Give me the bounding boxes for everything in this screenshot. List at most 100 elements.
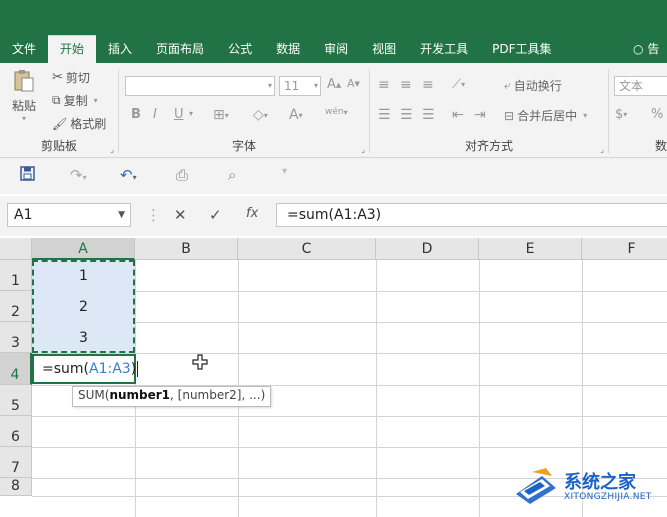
- number-format-box[interactable]: 文本: [614, 76, 667, 96]
- font-group-label: 字体: [231, 139, 256, 153]
- tell-me-box[interactable]: ○ 告: [633, 36, 667, 63]
- column-header-f[interactable]: F: [582, 238, 667, 260]
- number-group: 文本 $ ▾ % 数: [609, 63, 667, 157]
- column-header-b[interactable]: B: [135, 238, 238, 260]
- font-group: ▾ 11 ▾ A ▲ A ▼ B I U ▾ ⊞ ▾ ◇ ▾ A ▾ wén ▾ 字体 ⌟: [119, 63, 369, 157]
- row-header-3[interactable]: 3: [0, 322, 32, 353]
- font-name-box[interactable]: ▾: [125, 76, 275, 96]
- orientation-icon[interactable]: ⟋ ▾: [452, 77, 465, 92]
- percent-button[interactable]: %: [651, 107, 663, 122]
- print-preview-icon[interactable]: ⎙: [176, 166, 188, 184]
- function-tooltip[interactable]: SUM(number1, [number2], ...): [72, 386, 272, 407]
- align-left-icon[interactable]: ☰: [378, 107, 391, 123]
- align-right-icon[interactable]: ☰: [422, 107, 435, 123]
- copy-button[interactable]: ⧉ 复制 ▾: [52, 92, 98, 109]
- row-header-2[interactable]: 2: [0, 291, 32, 322]
- phonetic-label: wén: [325, 107, 344, 117]
- alignment-launcher-icon[interactable]: ⌟: [600, 145, 604, 154]
- align-center-icon[interactable]: ☰: [400, 107, 413, 123]
- chevron-down-icon: ▾: [267, 81, 272, 90]
- chevron-down-icon: ▾: [313, 81, 318, 90]
- clipboard-launcher-icon[interactable]: ⌟: [110, 145, 114, 154]
- chevron-down-icon: ▼: [118, 210, 125, 220]
- formula-reference: A1:A3: [89, 361, 131, 377]
- paste-icon: [14, 70, 34, 92]
- align-top-icon[interactable]: ≡: [378, 77, 390, 93]
- cut-label: 剪切: [65, 71, 90, 85]
- tab-insert[interactable]: 插入: [96, 36, 144, 63]
- merge-center-label: 合并后居中: [517, 109, 578, 123]
- underline-button[interactable]: U: [174, 107, 184, 122]
- shrink-font-icon[interactable]: A ▼: [347, 77, 360, 90]
- clipboard-group: 粘贴 ▾ ✂ 剪切 ⧉ 复制 ▾ 🖌 格式刷 剪贴板 ⌟: [0, 63, 118, 157]
- tab-home[interactable]: 开始: [48, 35, 97, 63]
- merge-center-button[interactable]: ⊟ 合并后居中 ▾: [504, 107, 587, 124]
- cell-a4-editing[interactable]: =sum(A1:A3): [32, 354, 139, 384]
- tell-me-label: 告: [647, 42, 660, 56]
- cell-cursor-icon: [192, 354, 208, 370]
- copy-label: 复制: [63, 94, 88, 108]
- row-header-5[interactable]: 5: [0, 385, 32, 416]
- cell-a2[interactable]: 2: [32, 299, 135, 315]
- tab-page-layout[interactable]: 页面布局: [144, 36, 216, 63]
- font-color-button[interactable]: A ▾: [289, 107, 303, 123]
- insert-function-button[interactable]: fx: [246, 206, 258, 221]
- customize-toolbar-icon[interactable]: ▾: [282, 166, 287, 177]
- wrap-text-button[interactable]: ⤶ 自动换行: [504, 77, 562, 94]
- increase-indent-icon[interactable]: ⇥: [474, 107, 486, 123]
- chevron-down-icon[interactable]: ▾: [189, 109, 193, 118]
- cell-a1[interactable]: 1: [32, 268, 135, 284]
- row-header-6[interactable]: 6: [0, 416, 32, 447]
- column-header-c[interactable]: C: [238, 238, 376, 260]
- wrap-text-icon: ⤶: [504, 78, 511, 92]
- tab-formulas[interactable]: 公式: [216, 36, 264, 63]
- formula-input[interactable]: =sum(A1:A3): [276, 203, 667, 227]
- scissors-icon: ✂: [52, 70, 63, 85]
- font-size-box[interactable]: 11 ▾: [279, 76, 321, 96]
- column-header-a[interactable]: A: [32, 238, 135, 260]
- cell-a3[interactable]: 3: [32, 330, 135, 346]
- align-middle-icon[interactable]: ≡: [400, 77, 412, 93]
- column-header-d[interactable]: D: [376, 238, 479, 260]
- tab-pdf-tools[interactable]: PDF工具集: [480, 36, 563, 63]
- italic-button[interactable]: I: [153, 107, 157, 122]
- borders-icon[interactable]: ⊞ ▾: [213, 107, 229, 123]
- gridline: [32, 416, 667, 417]
- save-icon[interactable]: [20, 166, 35, 185]
- column-header-e[interactable]: E: [479, 238, 582, 260]
- bold-button[interactable]: B: [131, 107, 141, 122]
- font-launcher-icon[interactable]: ⌟: [361, 145, 365, 154]
- tab-developer[interactable]: 开发工具: [408, 36, 480, 63]
- format-painter-button[interactable]: 🖌 格式刷: [52, 115, 106, 132]
- row-header-8[interactable]: 8: [0, 478, 32, 496]
- zoom-preview-icon[interactable]: ⌕: [228, 166, 236, 184]
- tooltip-rest-args: , [number2], ...): [170, 388, 266, 402]
- row-header-1[interactable]: 1: [0, 260, 32, 291]
- tab-view[interactable]: 视图: [360, 36, 408, 63]
- currency-icon[interactable]: $ ▾: [615, 107, 627, 122]
- gridline: [32, 447, 667, 448]
- decrease-indent-icon[interactable]: ⇤: [452, 107, 464, 123]
- grow-font-icon[interactable]: A ▲: [327, 77, 341, 92]
- tab-data[interactable]: 数据: [264, 36, 312, 63]
- phonetic-guide-button[interactable]: wén ▾: [325, 107, 348, 117]
- fill-color-icon[interactable]: ◇ ▾: [253, 107, 268, 123]
- quick-access-toolbar: ↷▾ ↶▾ ⎙ ⌕ ▾: [0, 158, 667, 194]
- name-box[interactable]: A1 ▼: [7, 203, 131, 227]
- formula-bar: A1 ▼ ⋮ ✕ ✓ fx =sum(A1:A3): [0, 196, 667, 236]
- select-all-corner[interactable]: [0, 238, 32, 260]
- tab-review[interactable]: 审阅: [312, 36, 360, 63]
- ribbon-tabs: 文件 开始 插入 页面布局 公式 数据 审阅 视图 开发工具 PDF工具集: [0, 35, 564, 63]
- cut-button[interactable]: ✂ 剪切: [52, 69, 90, 86]
- more-dots-icon: ⋮: [146, 206, 161, 224]
- redo-icon[interactable]: ↷▾: [70, 166, 87, 184]
- alignment-group: ≡ ≡ ≡ ⟋ ▾ ☰ ☰ ☰ ⇤ ⇥ ⤶ 自动换行 ⊟ 合并后居中 ▾ 对齐方式…: [370, 63, 608, 157]
- cancel-icon[interactable]: ✕: [174, 206, 187, 224]
- align-bottom-icon[interactable]: ≡: [422, 77, 434, 93]
- paste-button[interactable]: 粘贴 ▾: [12, 69, 36, 123]
- enter-icon[interactable]: ✓: [209, 206, 222, 224]
- row-header-4[interactable]: 4: [0, 353, 32, 385]
- tab-file[interactable]: 文件: [0, 36, 48, 63]
- row-header-7[interactable]: 7: [0, 447, 32, 478]
- undo-icon[interactable]: ↶▾: [120, 166, 137, 184]
